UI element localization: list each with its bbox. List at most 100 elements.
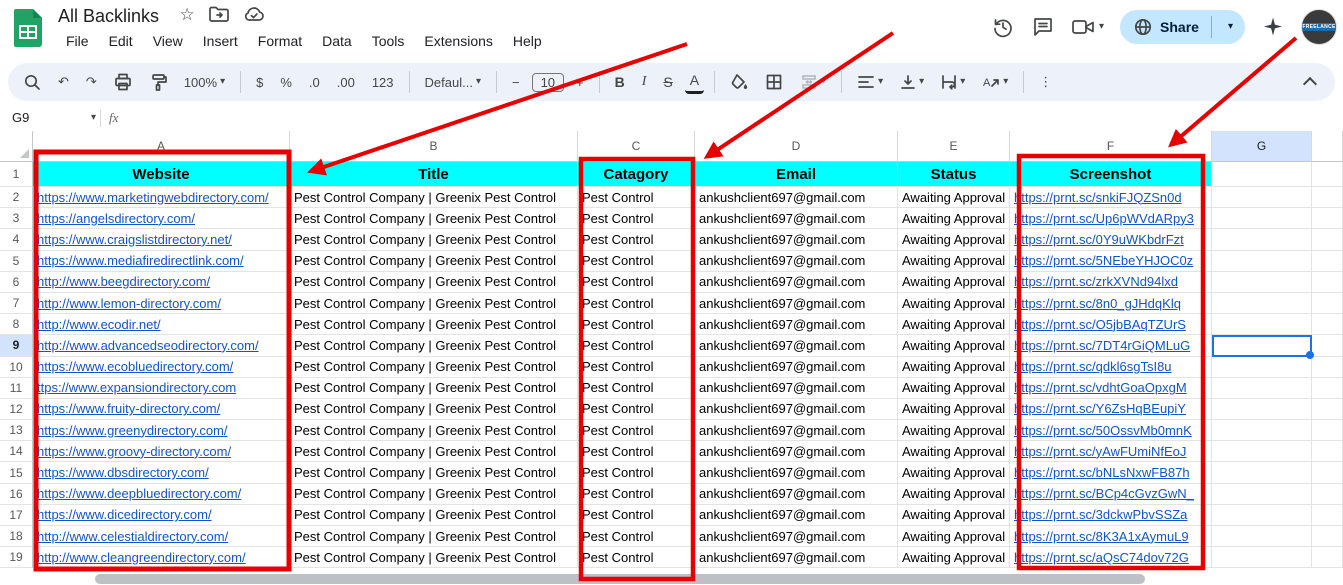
cell-category-C8[interactable]: Pest Control (578, 314, 695, 335)
column-header-E[interactable]: E (898, 131, 1010, 162)
column-header-B[interactable]: B (290, 131, 578, 162)
cell-title-B4[interactable]: Pest Control Company | Greenix Pest Cont… (290, 229, 578, 250)
bold-button[interactable]: B (610, 71, 630, 93)
share-button[interactable]: Share (1120, 10, 1245, 44)
name-box[interactable]: G9 (0, 110, 96, 125)
cell-email-D10[interactable]: ankushclient697@gmail.com (695, 357, 898, 378)
cell-category-C2[interactable]: Pest Control (578, 187, 695, 208)
cell-website-A15[interactable]: https://www.dbsdirectory.com/ (33, 462, 290, 483)
cell-status-E11[interactable]: Awaiting Approval (898, 378, 1010, 399)
cell-screenshot-F11[interactable]: https://prnt.sc/vdhtGoaOpxgM (1010, 378, 1212, 399)
cell-email-D2[interactable]: ankushclient697@gmail.com (695, 187, 898, 208)
column-header-A[interactable]: A (33, 131, 290, 162)
formula-input[interactable] (132, 104, 1343, 131)
cell-G11[interactable] (1212, 378, 1312, 399)
header-cell-website[interactable]: Website (33, 162, 290, 187)
header-cell-category[interactable]: Catagory (578, 162, 695, 187)
cell-category-C18[interactable]: Pest Control (578, 526, 695, 547)
column-header-D[interactable]: D (695, 131, 898, 162)
cell-website-A3[interactable]: https://angelsdirectory.com/ (33, 208, 290, 229)
row-header-1[interactable]: 1 (0, 162, 33, 187)
cell-email-D14[interactable]: ankushclient697@gmail.com (695, 441, 898, 462)
row-header-4[interactable]: 4 (0, 229, 33, 250)
cell-G12[interactable] (1212, 399, 1312, 420)
cell-website-A14[interactable]: https://www.groovy-directory.com/ (33, 441, 290, 462)
cell-website-A6[interactable]: http://www.beegdirectory.com/ (33, 272, 290, 293)
cell-title-B5[interactable]: Pest Control Company | Greenix Pest Cont… (290, 251, 578, 272)
cell-website-A7[interactable]: http://www.lemon-directory.com/ (33, 293, 290, 314)
cell-status-E14[interactable]: Awaiting Approval (898, 441, 1010, 462)
cell-title-B3[interactable]: Pest Control Company | Greenix Pest Cont… (290, 208, 578, 229)
version-history-icon[interactable] (991, 15, 1015, 39)
row-header-14[interactable]: 14 (0, 441, 33, 462)
cell-title-B8[interactable]: Pest Control Company | Greenix Pest Cont… (290, 314, 578, 335)
cell-website-A13[interactable]: https://www.greenydirectory.com/ (33, 420, 290, 441)
cell-category-C9[interactable]: Pest Control (578, 335, 695, 356)
paint-format-icon[interactable] (144, 70, 172, 94)
cell-G1[interactable] (1212, 162, 1312, 187)
column-header-C[interactable]: C (578, 131, 695, 162)
menu-item-view[interactable]: View (145, 31, 191, 51)
font-select[interactable]: Defaul... (420, 72, 486, 93)
cell-status-E7[interactable]: Awaiting Approval (898, 293, 1010, 314)
cell-website-A18[interactable]: http://www.celestialdirectory.com/ (33, 526, 290, 547)
row-header-8[interactable]: 8 (0, 314, 33, 335)
cell-screenshot-F2[interactable]: https://prnt.sc/snkiFJQZSn0d (1010, 187, 1212, 208)
decrease-decimal-button[interactable]: .0 (304, 72, 325, 93)
cell-screenshot-F7[interactable]: https://prnt.sc/8n0_gJHdqKlq (1010, 293, 1212, 314)
menu-item-tools[interactable]: Tools (364, 31, 413, 51)
borders-button[interactable] (760, 70, 788, 94)
cell-G3[interactable] (1212, 208, 1312, 229)
cell-status-E12[interactable]: Awaiting Approval (898, 399, 1010, 420)
cell-status-E3[interactable]: Awaiting Approval (898, 208, 1010, 229)
cell-category-C10[interactable]: Pest Control (578, 357, 695, 378)
meet-camera-icon[interactable] (1071, 16, 1104, 38)
cell-status-E18[interactable]: Awaiting Approval (898, 526, 1010, 547)
cell-website-A5[interactable]: https://www.mediafiredirectlink.com/ (33, 251, 290, 272)
cell-G18[interactable] (1212, 526, 1312, 547)
cell-category-C4[interactable]: Pest Control (578, 229, 695, 250)
cell-status-E15[interactable]: Awaiting Approval (898, 462, 1010, 483)
horizontal-scrollbar[interactable] (95, 574, 1145, 584)
cell-title-B18[interactable]: Pest Control Company | Greenix Pest Cont… (290, 526, 578, 547)
print-icon[interactable] (109, 70, 137, 94)
cell-status-E19[interactable]: Awaiting Approval (898, 547, 1010, 568)
row-header-12[interactable]: 12 (0, 399, 33, 420)
row-header-16[interactable]: 16 (0, 484, 33, 505)
vertical-align-button[interactable] (895, 71, 929, 93)
cell-G8[interactable] (1212, 314, 1312, 335)
cell-website-A16[interactable]: https://www.deepbluedirectory.com/ (33, 484, 290, 505)
row-header-6[interactable]: 6 (0, 272, 33, 293)
selected-cell-G9[interactable] (1212, 335, 1312, 356)
cell-title-B14[interactable]: Pest Control Company | Greenix Pest Cont… (290, 441, 578, 462)
cell-screenshot-F19[interactable]: https://prnt.sc/aQsC74dov72G (1010, 547, 1212, 568)
row-header-17[interactable]: 17 (0, 505, 33, 526)
cell-title-B7[interactable]: Pest Control Company | Greenix Pest Cont… (290, 293, 578, 314)
cell-title-B9[interactable]: Pest Control Company | Greenix Pest Cont… (290, 335, 578, 356)
cell-status-E13[interactable]: Awaiting Approval (898, 420, 1010, 441)
cell-category-C13[interactable]: Pest Control (578, 420, 695, 441)
font-size-input[interactable]: 10 (532, 73, 564, 92)
cell-title-B19[interactable]: Pest Control Company | Greenix Pest Cont… (290, 547, 578, 568)
cell-status-E17[interactable]: Awaiting Approval (898, 505, 1010, 526)
cell-category-C16[interactable]: Pest Control (578, 484, 695, 505)
cell-email-D4[interactable]: ankushclient697@gmail.com (695, 229, 898, 250)
cell-email-D11[interactable]: ankushclient697@gmail.com (695, 378, 898, 399)
column-header-G[interactable]: G (1212, 131, 1312, 162)
cell-title-B13[interactable]: Pest Control Company | Greenix Pest Cont… (290, 420, 578, 441)
cell-category-C7[interactable]: Pest Control (578, 293, 695, 314)
cell-G17[interactable] (1212, 505, 1312, 526)
cell-status-E2[interactable]: Awaiting Approval (898, 187, 1010, 208)
cell-G15[interactable] (1212, 462, 1312, 483)
cell-screenshot-F5[interactable]: https://prnt.sc/5NEbeYHJOC0z (1010, 251, 1212, 272)
cell-title-B15[interactable]: Pest Control Company | Greenix Pest Cont… (290, 462, 578, 483)
cell-G6[interactable] (1212, 272, 1312, 293)
italic-button[interactable]: I (637, 71, 652, 93)
cell-G14[interactable] (1212, 441, 1312, 462)
cell-website-A17[interactable]: https://www.dicedirectory.com/ (33, 505, 290, 526)
cell-screenshot-F6[interactable]: https://prnt.sc/zrkXVNd94lxd (1010, 272, 1212, 293)
cell-screenshot-F3[interactable]: https://prnt.sc/Up6pWVdARpy3 (1010, 208, 1212, 229)
cell-title-B11[interactable]: Pest Control Company | Greenix Pest Cont… (290, 378, 578, 399)
cell-website-A10[interactable]: https://www.ecobluedirectory.com/ (33, 357, 290, 378)
cell-email-D7[interactable]: ankushclient697@gmail.com (695, 293, 898, 314)
